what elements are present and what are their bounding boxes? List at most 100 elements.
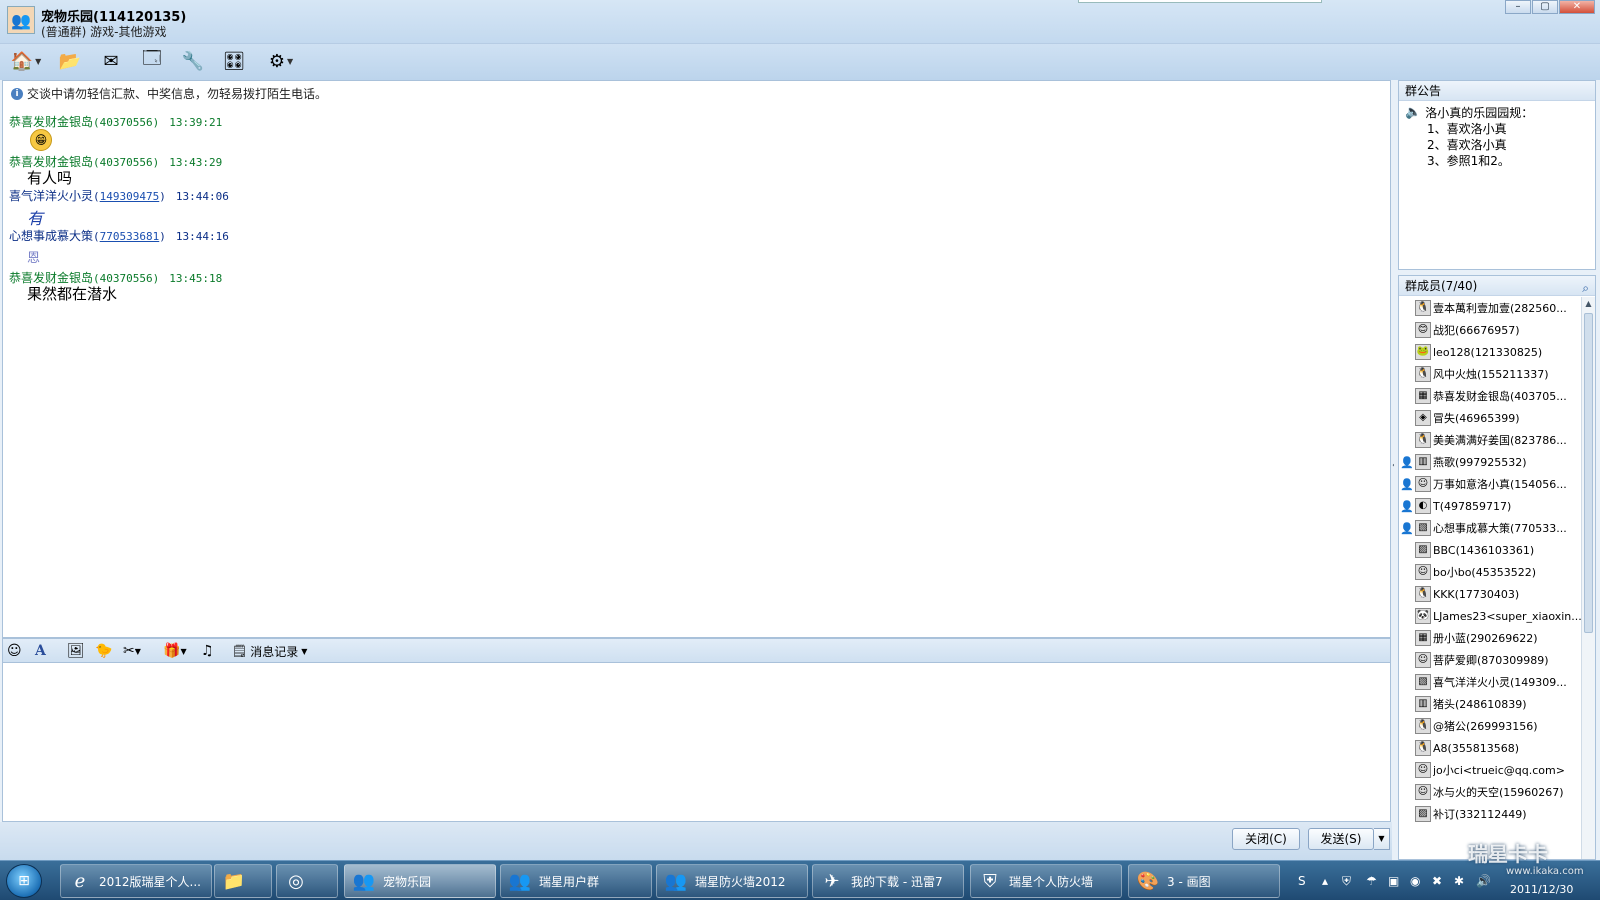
umbrella-icon[interactable]: ☂ bbox=[1366, 874, 1377, 888]
sender-qq-close: ) bbox=[159, 190, 166, 203]
settings-icon[interactable]: 🎛 bbox=[220, 48, 248, 74]
sender-name[interactable]: 恭喜发财金银岛 bbox=[9, 115, 93, 129]
tools-icon[interactable]: 🔧 bbox=[179, 48, 207, 74]
member-scrollbar[interactable]: ▲ bbox=[1581, 297, 1595, 859]
taskbar-item[interactable]: ◎ bbox=[276, 864, 338, 898]
member-name: bo小bo(45353522) bbox=[1433, 566, 1536, 579]
add-app-icon[interactable]: 🗔 bbox=[138, 48, 166, 74]
member-item[interactable]: 🐧 壹本萬利壹加壹(282560... bbox=[1399, 297, 1583, 319]
member-panel-header: 群成员(7/40) ⌕ bbox=[1399, 276, 1595, 296]
network-icon[interactable]: ▣ bbox=[1388, 874, 1399, 888]
member-item[interactable]: 👤 ▥ 燕歌(997925532) bbox=[1399, 451, 1583, 473]
member-item[interactable]: ☺ 菩萨爱卿(870309989) bbox=[1399, 649, 1583, 671]
clock-date[interactable]: 2011/12/30 bbox=[1510, 883, 1573, 896]
member-item[interactable]: 🐧 美美满满好姜国(823786... bbox=[1399, 429, 1583, 451]
gift-icon[interactable]: 🎁 ▼ bbox=[163, 642, 187, 660]
bluetooth-icon[interactable]: ✱ bbox=[1454, 874, 1464, 888]
member-avatar-icon: ▨ bbox=[1415, 542, 1431, 558]
ie-icon: ℯ bbox=[74, 870, 86, 892]
font-icon[interactable]: A bbox=[35, 642, 46, 660]
sogou-ime-icon[interactable]: S bbox=[1298, 874, 1306, 888]
admin-icon: 👤 bbox=[1400, 477, 1414, 491]
alert-icon[interactable]: ✖ bbox=[1432, 874, 1442, 888]
message-input[interactable] bbox=[2, 662, 1391, 822]
taskbar-item[interactable]: 👥 瑞星防火墙2012 bbox=[656, 864, 808, 898]
taskbar-item[interactable]: 👥 瑞星用户群 bbox=[500, 864, 652, 898]
tray-expand-icon[interactable]: ▴ bbox=[1322, 874, 1328, 888]
send-button[interactable]: 发送(S) bbox=[1308, 828, 1374, 850]
member-item[interactable]: 🐧 A8(355813568) bbox=[1399, 737, 1583, 759]
message-time: 13:43:29 bbox=[169, 156, 223, 169]
member-avatar-icon: ◈ bbox=[1415, 410, 1431, 426]
member-item[interactable]: ▦ 恭喜发财金银岛(403705... bbox=[1399, 385, 1583, 407]
scroll-thumb[interactable] bbox=[1584, 313, 1593, 633]
member-item[interactable]: 👤 ☺ 万事如意洛小真(154056... bbox=[1399, 473, 1583, 495]
member-item[interactable]: 👤 ◐ T(497859717) bbox=[1399, 495, 1583, 517]
maximize-button[interactable]: ▢ bbox=[1532, 0, 1558, 14]
close-button[interactable]: 关闭(C) bbox=[1232, 828, 1300, 850]
member-item[interactable]: 🐼 LJames23<super_xiaoxin... bbox=[1399, 605, 1583, 627]
member-item[interactable]: 🐧 @猪公(269993156) bbox=[1399, 715, 1583, 737]
send-options-chevron-icon[interactable]: ▼ bbox=[1374, 828, 1390, 850]
chat-history[interactable]: i 交谈中请勿轻信汇款、中奖信息，勿轻易拨打陌生电话。 恭喜发财金银岛(4037… bbox=[2, 80, 1391, 638]
taskbar-item[interactable]: 🎨 3 - 画图 bbox=[1128, 864, 1280, 898]
rising-tray-icon[interactable]: ⛨ bbox=[1342, 874, 1351, 889]
emoji-icon[interactable]: ☺ bbox=[7, 642, 22, 660]
folder-icon[interactable]: 📂 bbox=[56, 48, 84, 74]
sender-name[interactable]: 心想事成慕大策 bbox=[9, 229, 93, 243]
start-button[interactable]: ⊞ bbox=[6, 864, 42, 898]
member-item[interactable]: ▧ 喜气洋洋火小灵(149309... bbox=[1399, 671, 1583, 693]
sender-qq-link[interactable]: 770533681 bbox=[100, 230, 160, 243]
taskbar-item[interactable]: 📁 bbox=[214, 864, 272, 898]
taskbar-item[interactable]: ⛨ 瑞星个人防火墙 bbox=[970, 864, 1122, 898]
member-item[interactable]: ◈ 冒失(46965399) bbox=[1399, 407, 1583, 429]
scroll-up-icon[interactable]: ▲ bbox=[1582, 297, 1595, 311]
member-item[interactable]: ☺ bo小bo(45353522) bbox=[1399, 561, 1583, 583]
home-icon[interactable]: 🏠 ▼ bbox=[6, 48, 46, 74]
member-name: 菩萨爱卿(870309989) bbox=[1433, 654, 1549, 667]
member-item[interactable]: 🐸 leo128(121330825) bbox=[1399, 341, 1583, 363]
qq-tray-icon[interactable]: ◉ bbox=[1410, 874, 1420, 888]
admin-icon: 👤 bbox=[1400, 521, 1414, 535]
member-name: @猪公(269993156) bbox=[1433, 720, 1538, 733]
member-item[interactable]: ☺ jo小ci<trueic@qq.com> bbox=[1399, 759, 1583, 781]
image-icon[interactable]: 🖼 bbox=[67, 642, 85, 660]
sender-name[interactable]: 喜气洋洋火小灵 bbox=[9, 189, 93, 203]
message-body: 有 bbox=[27, 209, 44, 228]
announcement-heading-row: 🔈 洛小真的乐园园规： bbox=[1405, 105, 1589, 121]
member-item[interactable]: ▨ 补订(332112449) bbox=[1399, 803, 1583, 825]
member-avatar-icon: ☺ bbox=[1415, 784, 1431, 800]
title-search-field[interactable] bbox=[1078, 0, 1322, 3]
group-avatar[interactable]: 👥 bbox=[7, 6, 35, 34]
member-name: T(497859717) bbox=[1433, 499, 1512, 513]
sender-qq-close: ) bbox=[159, 230, 166, 243]
member-item[interactable]: 👤 ▧ 心想事成慕大策(770533... bbox=[1399, 517, 1583, 539]
minimize-button[interactable]: – bbox=[1505, 0, 1531, 14]
member-item[interactable]: 🐧 风中火烛(155211337) bbox=[1399, 363, 1583, 385]
speaker-icon: 🔈 bbox=[1405, 105, 1422, 120]
right-panel: 群公告 🔈 洛小真的乐园园规： 1、喜欢洛小真 2、喜欢洛小真 3、参照1和2。… bbox=[1394, 80, 1600, 860]
taskbar-item[interactable]: ✈ 我的下载 - 迅雷7 bbox=[812, 864, 964, 898]
close-window-button[interactable]: ✕ bbox=[1559, 0, 1595, 14]
info-icon: i bbox=[11, 87, 23, 100]
member-item[interactable]: ▨ BBC(1436103361) bbox=[1399, 539, 1583, 561]
taskbar-item[interactable]: 👥 宠物乐园 bbox=[344, 864, 496, 898]
member-item[interactable]: 🐧 KKK(17730403) bbox=[1399, 583, 1583, 605]
magic-emoji-icon[interactable]: 🐤 bbox=[95, 642, 112, 660]
taskbar-item[interactable]: ℯ 2012版瑞星个人... bbox=[60, 864, 212, 898]
mail-icon[interactable]: ✉ bbox=[97, 48, 125, 74]
title-bar: 👥 宠物乐园(114120135) (普通群) 游戏-其他游戏 – ▢ ✕ bbox=[0, 0, 1600, 44]
member-item[interactable]: ☺ 冰与火的天空(15960267) bbox=[1399, 781, 1583, 803]
sender-qq-link[interactable]: 149309475 bbox=[100, 190, 160, 203]
screenshot-icon[interactable]: ✂ ▼ bbox=[123, 642, 141, 660]
member-avatar-icon: 🐧 bbox=[1415, 718, 1431, 734]
history-button[interactable]: 🗒 消息记录 ▼ bbox=[232, 642, 307, 660]
member-avatar-icon: ▥ bbox=[1415, 696, 1431, 712]
message-header: 恭喜发财金银岛(40370556) 13:39:21 bbox=[9, 113, 222, 130]
search-icon[interactable]: ⌕ bbox=[1582, 278, 1589, 298]
member-item[interactable]: ▦ 册小蓝(290269622) bbox=[1399, 627, 1583, 649]
group-settings-icon[interactable]: ⚙ ▼ bbox=[261, 48, 301, 74]
member-item[interactable]: 😊 战犯(66676957) bbox=[1399, 319, 1583, 341]
member-item[interactable]: ▥ 猪头(248610839) bbox=[1399, 693, 1583, 715]
music-icon[interactable]: ♫ bbox=[201, 642, 214, 660]
